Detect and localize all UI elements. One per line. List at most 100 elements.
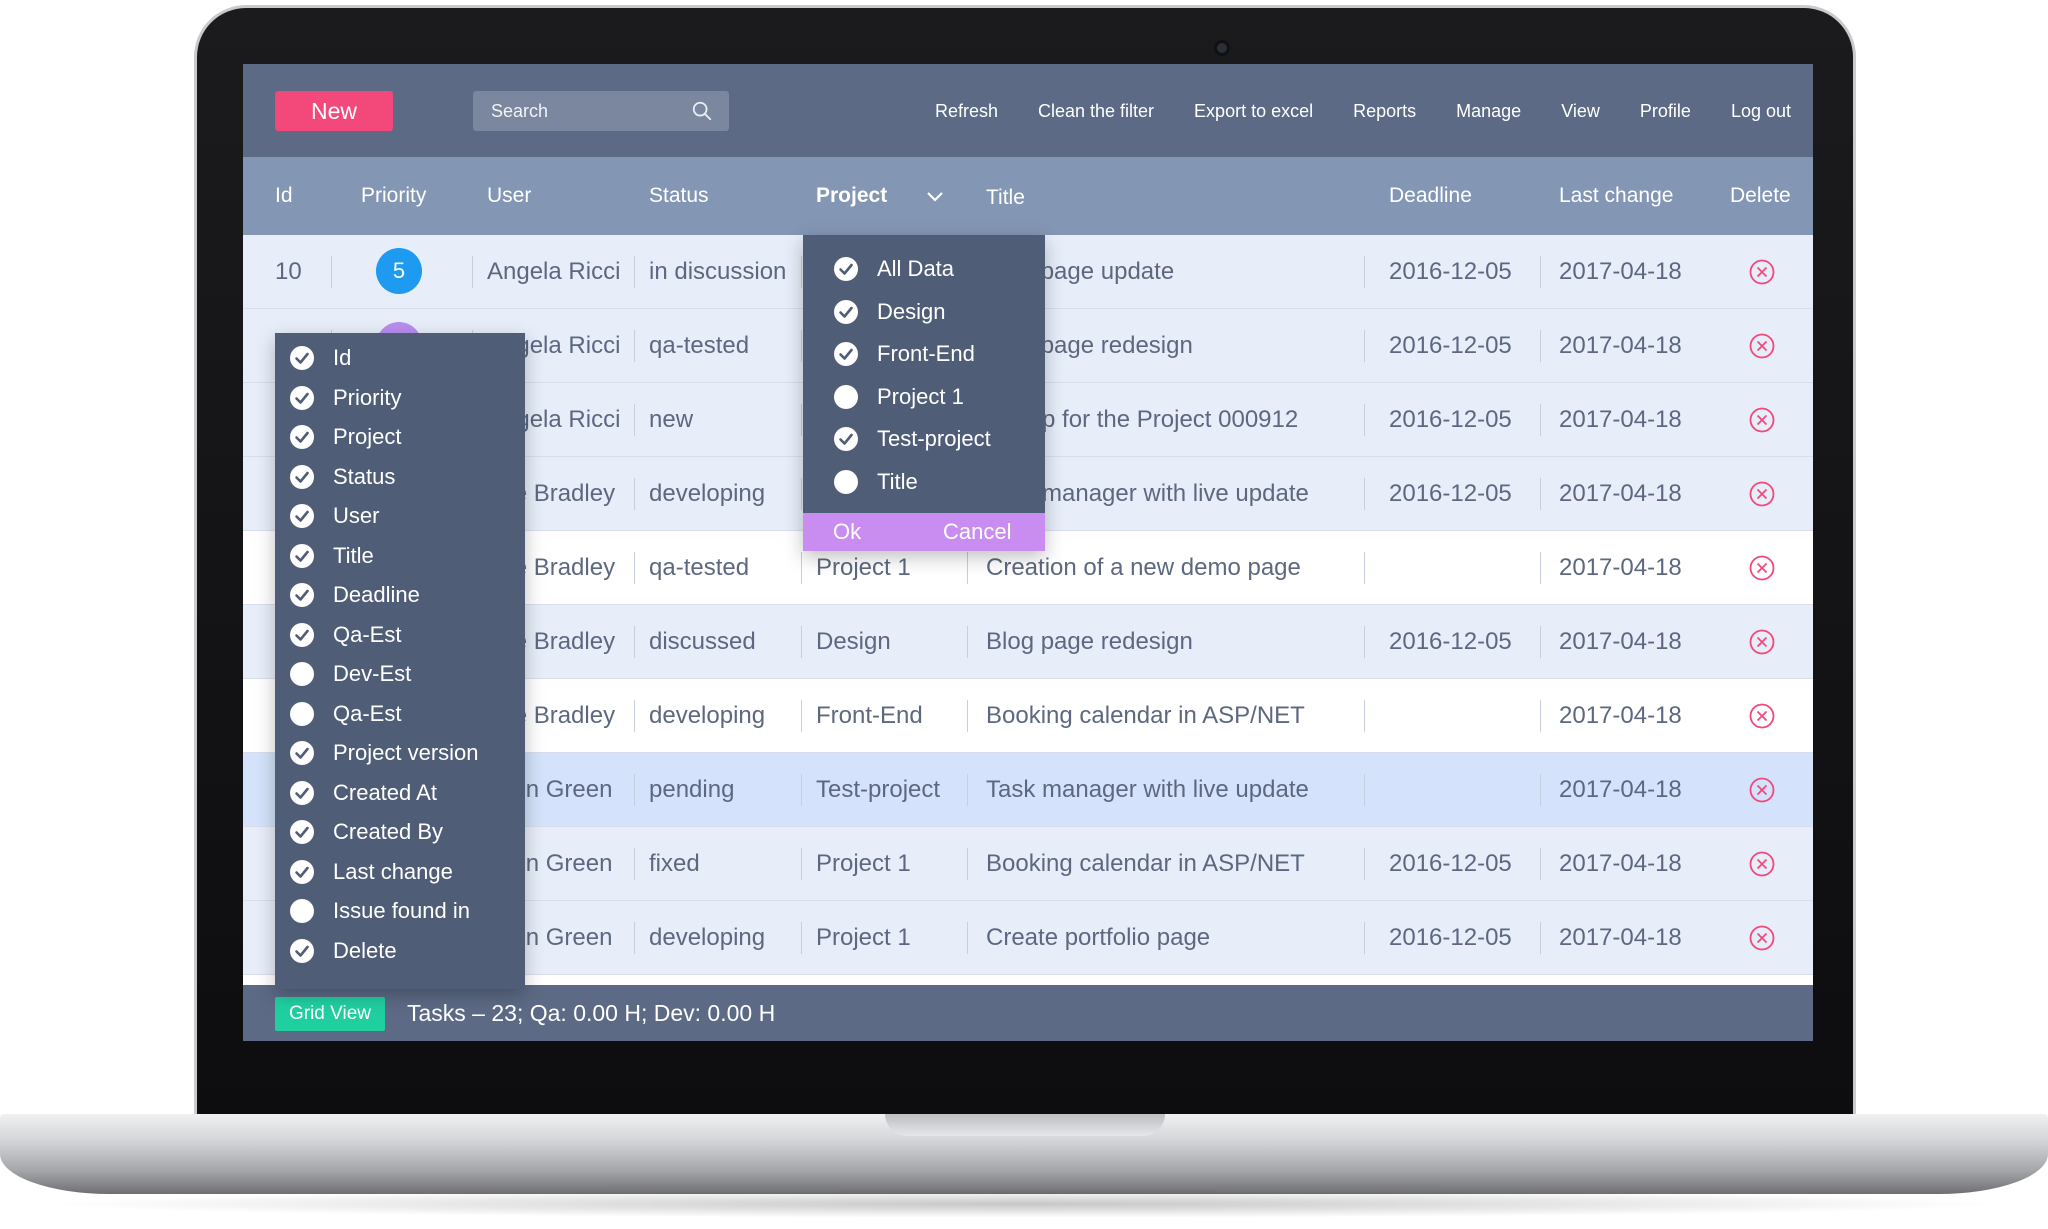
project-filter-label: Front-End — [877, 341, 975, 366]
cell-project: Project 1 — [816, 850, 911, 877]
column-toggle-item[interactable]: Project — [289, 419, 401, 455]
column-header-title[interactable]: Title — [986, 159, 1025, 237]
cell-last-change: 2017-04-18 — [1559, 258, 1682, 285]
column-header-project[interactable]: Project — [816, 157, 956, 235]
column-toggle-item[interactable]: Dev-Est — [289, 656, 411, 692]
column-toggle-item[interactable]: Qa-Est — [289, 617, 401, 653]
checked-circle-icon[interactable] — [289, 503, 315, 529]
column-header-priority[interactable]: Priority — [361, 157, 426, 235]
checked-circle-icon[interactable] — [289, 622, 315, 648]
cell-separator — [634, 626, 635, 658]
profile-link[interactable]: Profile — [1640, 101, 1691, 122]
column-toggle-item[interactable]: Title — [289, 538, 374, 574]
cell-status: pending — [649, 776, 735, 803]
checked-circle-icon[interactable] — [289, 582, 315, 608]
cell-separator — [634, 848, 635, 880]
delete-icon[interactable] — [1749, 407, 1775, 433]
delete-icon[interactable] — [1749, 481, 1775, 507]
cell-last-change: 2017-04-18 — [1559, 850, 1682, 877]
checked-circle-icon[interactable] — [289, 740, 315, 766]
export-excel-link[interactable]: Export to excel — [1194, 101, 1313, 122]
refresh-link[interactable]: Refresh — [935, 101, 998, 122]
delete-icon[interactable] — [1749, 555, 1775, 581]
checked-circle-icon[interactable] — [833, 256, 859, 282]
column-header-status[interactable]: Status — [649, 157, 709, 235]
checked-circle-icon[interactable] — [289, 859, 315, 885]
checked-circle-icon[interactable] — [289, 464, 315, 490]
column-toggle-item[interactable]: Qa-Est — [289, 696, 401, 732]
checked-circle-icon[interactable] — [833, 426, 859, 452]
column-toggle-label: Project version — [333, 740, 479, 765]
column-header-id[interactable]: Id — [275, 157, 293, 235]
delete-icon[interactable] — [1749, 333, 1775, 359]
column-toggle-item[interactable]: Deadline — [289, 577, 420, 613]
cell-separator — [801, 774, 802, 806]
reports-link[interactable]: Reports — [1353, 101, 1416, 122]
delete-icon[interactable] — [1749, 629, 1775, 655]
project-filter-item[interactable]: Design — [833, 294, 945, 330]
column-toggle-label: Delete — [333, 937, 397, 963]
project-filter-item[interactable]: All Data — [833, 251, 954, 287]
checked-circle-icon[interactable] — [289, 385, 315, 411]
column-toggle-item[interactable]: Created At — [289, 775, 437, 811]
column-toggle-item[interactable]: Priority — [289, 380, 401, 416]
column-toggle-item[interactable]: Id — [289, 340, 351, 376]
checked-circle-icon[interactable] — [289, 543, 315, 569]
column-toggle-item[interactable]: User — [289, 498, 379, 534]
grid-view-button[interactable]: Grid View — [275, 997, 385, 1031]
checked-circle-icon[interactable] — [289, 424, 315, 450]
checked-circle-icon[interactable] — [833, 299, 859, 325]
cell-separator — [967, 848, 968, 880]
clean-filter-link[interactable]: Clean the filter — [1038, 101, 1154, 122]
cell-separator — [801, 256, 802, 288]
logout-link[interactable]: Log out — [1731, 101, 1791, 122]
column-toggle-item[interactable]: Status — [289, 459, 395, 495]
column-toggle-label: Dev-Est — [333, 661, 412, 686]
column-header-user[interactable]: User — [487, 157, 531, 235]
column-header-deadline[interactable]: Deadline — [1389, 157, 1472, 235]
unchecked-circle-icon[interactable] — [289, 898, 315, 924]
ok-button[interactable]: Ok — [833, 513, 861, 551]
project-filter-item[interactable]: Test-project — [833, 421, 991, 457]
project-filter-actions: Ok Cancel — [803, 513, 1045, 551]
cell-title: Create portfolio page — [986, 924, 1211, 951]
search-icon[interactable] — [691, 100, 713, 122]
checked-circle-icon[interactable] — [289, 938, 315, 964]
cancel-button[interactable]: Cancel — [943, 513, 1011, 551]
cell-project: Project 1 — [816, 924, 911, 951]
column-toggle-label: User — [333, 503, 380, 528]
new-button[interactable]: New — [275, 91, 393, 131]
cell-separator — [634, 922, 635, 954]
cell-deadline: 2016-12-05 — [1389, 628, 1512, 655]
column-toggle-item[interactable]: Delete — [289, 933, 397, 969]
column-toggle-item[interactable]: Last change — [289, 854, 453, 890]
column-header-last-change[interactable]: Last change — [1559, 157, 1673, 235]
cell-separator — [1540, 478, 1541, 510]
delete-icon[interactable] — [1749, 777, 1775, 803]
view-link[interactable]: View — [1561, 101, 1600, 122]
unchecked-circle-icon[interactable] — [289, 661, 315, 687]
column-toggle-item[interactable]: Issue found in — [289, 893, 470, 929]
delete-icon[interactable] — [1749, 703, 1775, 729]
column-toggle-label: Priority — [333, 384, 402, 410]
project-filter-item[interactable]: Project 1 — [833, 379, 964, 415]
delete-icon[interactable] — [1749, 925, 1775, 951]
unchecked-circle-icon[interactable] — [833, 469, 859, 495]
column-toggle-item[interactable]: Created By — [289, 814, 443, 850]
manage-link[interactable]: Manage — [1456, 101, 1521, 122]
checked-circle-icon[interactable] — [833, 341, 859, 367]
checked-circle-icon[interactable] — [289, 345, 315, 371]
column-toggle-item[interactable]: Project version — [289, 735, 479, 771]
unchecked-circle-icon[interactable] — [833, 384, 859, 410]
search-input[interactable] — [473, 91, 683, 131]
checked-circle-icon[interactable] — [289, 819, 315, 845]
checked-circle-icon[interactable] — [289, 780, 315, 806]
top-toolbar: New Refresh Clean the filter Export to e… — [243, 64, 1813, 157]
delete-icon[interactable] — [1749, 259, 1775, 285]
unchecked-circle-icon[interactable] — [289, 701, 315, 727]
cell-title: Booking calendar in ASP/NET — [986, 850, 1305, 877]
project-filter-item[interactable]: Front-End — [833, 336, 975, 372]
delete-icon[interactable] — [1749, 851, 1775, 877]
project-filter-item[interactable]: Title — [833, 464, 918, 500]
column-header-delete[interactable]: Delete — [1730, 157, 1791, 235]
